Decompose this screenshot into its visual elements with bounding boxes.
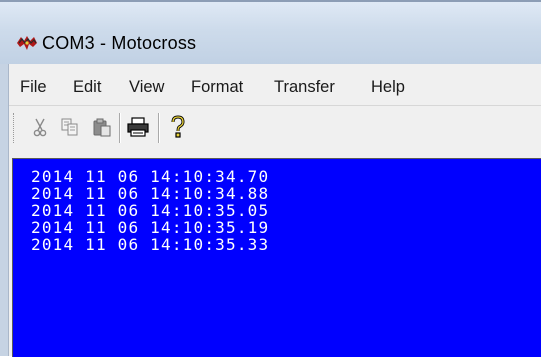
window-title: COM3 - Motocross	[42, 33, 197, 53]
terminal-line: 2014 11 06 14:10:34.70	[31, 167, 270, 186]
menu-bar: File Edit View Format Transfer Help	[9, 70, 541, 104]
terminal-line: 2014 11 06 14:10:35.19	[31, 218, 270, 237]
paste-icon	[93, 118, 111, 137]
toolbar	[9, 107, 541, 151]
print-icon	[127, 117, 149, 137]
copy-button[interactable]	[57, 113, 83, 141]
toolbar-separator	[119, 113, 120, 143]
print-button[interactable]	[125, 113, 151, 141]
help-button[interactable]	[165, 113, 191, 141]
help-icon	[171, 115, 185, 138]
toolbar-separator	[158, 113, 159, 143]
hyperterminal-app-icon	[17, 36, 37, 50]
menu-separator	[9, 105, 541, 106]
copy-icon	[61, 118, 78, 136]
terminal-line: 2014 11 06 14:10:35.05	[31, 201, 270, 220]
cut-button[interactable]	[27, 113, 53, 141]
toolbar-grip[interactable]	[13, 113, 16, 143]
menu-edit[interactable]: Edit	[73, 78, 101, 97]
menu-help[interactable]: Help	[371, 78, 405, 97]
terminal-output: 2014 11 06 14:10:34.70 2014 11 06 14:10:…	[31, 168, 269, 253]
menu-format[interactable]: Format	[191, 78, 243, 97]
terminal-line: 2014 11 06 14:10:34.88	[31, 184, 270, 203]
cut-icon	[33, 118, 47, 137]
menu-transfer[interactable]: Transfer	[274, 78, 335, 97]
app-window: COM3 - Motocross File Edit View Format T…	[0, 0, 541, 357]
title-bar[interactable]: COM3 - Motocross	[0, 2, 541, 64]
terminal-line: 2014 11 06 14:10:35.33	[31, 235, 270, 254]
menu-file[interactable]: File	[20, 78, 47, 97]
menu-view[interactable]: View	[129, 78, 164, 97]
paste-button[interactable]	[89, 113, 115, 141]
